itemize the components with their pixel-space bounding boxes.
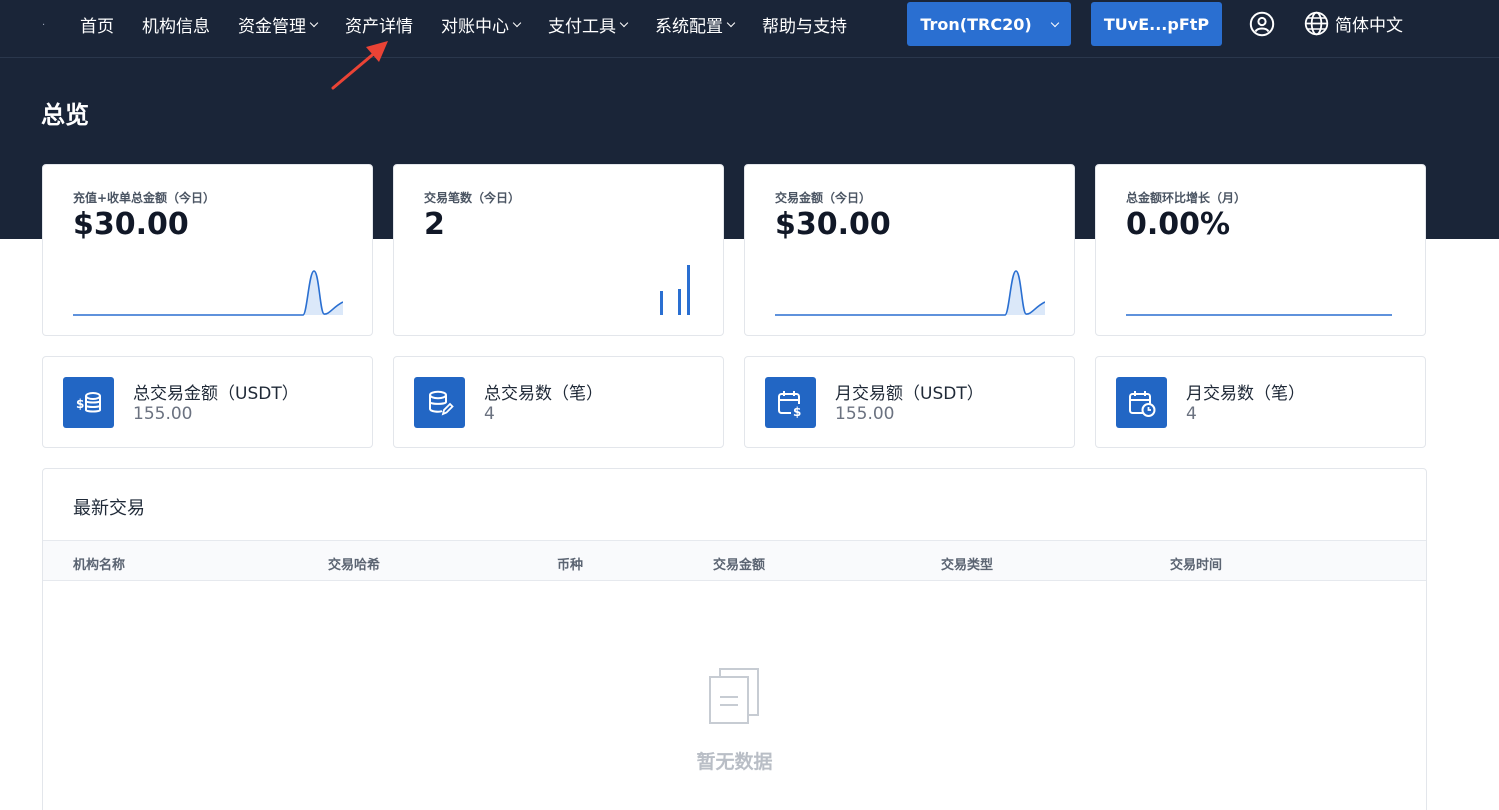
info-value: 4 bbox=[1186, 404, 1197, 424]
info-card-total-amount: $ 总交易金额（USDT） 155.00 bbox=[42, 356, 373, 448]
sparkline-flat bbox=[1126, 314, 1392, 316]
network-select-button[interactable]: Tron(TRC20) bbox=[907, 2, 1071, 46]
svg-text:$: $ bbox=[793, 405, 801, 418]
database-edit-icon bbox=[414, 377, 465, 428]
info-value: 155.00 bbox=[133, 404, 193, 424]
info-card-monthly-count: 月交易数（笔） 4 bbox=[1095, 356, 1426, 448]
column-header-amount: 交易金额 bbox=[713, 558, 766, 573]
nav-item-help-support[interactable]: 帮助与支持 bbox=[748, 0, 861, 48]
nav-item-fund-management[interactable]: 资金管理 bbox=[224, 0, 331, 48]
latest-transactions-panel: 最新交易 机构名称 交易哈希 币种 交易金额 交易类型 交易时间 暂无数据 bbox=[42, 468, 1427, 810]
chevron-down-icon bbox=[1050, 18, 1059, 27]
table-header: 机构名称 交易哈希 币种 交易金额 交易类型 交易时间 bbox=[43, 540, 1426, 581]
coins-dollar-icon: $ bbox=[63, 377, 114, 428]
stat-value: 0.00% bbox=[1126, 207, 1231, 242]
info-label: 总交易金额（USDT） bbox=[133, 384, 299, 404]
stat-value: $30.00 bbox=[775, 207, 891, 242]
stat-label: 交易笔数（今日） bbox=[424, 191, 521, 205]
user-profile-icon[interactable] bbox=[1249, 11, 1275, 37]
language-switcher[interactable]: 简体中文 bbox=[1304, 11, 1403, 36]
page-title: 总览 bbox=[41, 101, 89, 129]
column-header-tx-time: 交易时间 bbox=[1170, 558, 1223, 573]
nav-item-payment-tools[interactable]: 支付工具 bbox=[534, 0, 641, 48]
chevron-down-icon bbox=[619, 18, 629, 27]
sparkline-area bbox=[73, 270, 343, 316]
sparkline-bars bbox=[660, 265, 690, 315]
info-card-monthly-amount: $ 月交易额（USDT） 155.00 bbox=[744, 356, 1075, 448]
empty-documents-icon bbox=[709, 668, 759, 724]
svg-text:$: $ bbox=[76, 397, 84, 411]
nav-dot: · bbox=[42, 20, 46, 31]
stat-value: $30.00 bbox=[73, 207, 189, 242]
column-header-org-name: 机构名称 bbox=[73, 558, 126, 573]
top-navbar: · 首页 机构信息 资金管理 资产详情 对账中心 支付工具 系统配置 帮助与支持… bbox=[0, 0, 1499, 58]
chevron-down-icon bbox=[309, 18, 319, 27]
sparkline-area bbox=[775, 270, 1045, 316]
annotation-arrow-icon bbox=[331, 41, 388, 90]
column-header-currency: 币种 bbox=[557, 558, 584, 573]
nav-item-system-config[interactable]: 系统配置 bbox=[641, 0, 748, 48]
stat-label: 交易金额（今日） bbox=[775, 191, 872, 205]
column-header-tx-hash: 交易哈希 bbox=[328, 558, 381, 573]
info-value: 155.00 bbox=[835, 404, 895, 424]
stat-card-total-today: 充值+收单总金额（今日） $30.00 bbox=[42, 164, 373, 336]
stat-value: 2 bbox=[424, 207, 445, 242]
nav-item-reconciliation[interactable]: 对账中心 bbox=[427, 0, 534, 48]
nav-menu: 首页 机构信息 资金管理 资产详情 对账中心 支付工具 系统配置 帮助与支持 bbox=[66, 0, 861, 48]
globe-icon bbox=[1304, 11, 1329, 36]
info-label: 月交易额（USDT） bbox=[835, 384, 984, 404]
info-label: 总交易数（笔） bbox=[484, 384, 603, 404]
info-value: 4 bbox=[484, 404, 495, 424]
stat-label: 充值+收单总金额（今日） bbox=[73, 191, 216, 205]
info-label: 月交易数（笔） bbox=[1186, 384, 1305, 404]
stat-label: 总金额环比增长（月） bbox=[1126, 191, 1247, 205]
column-header-tx-type: 交易类型 bbox=[941, 558, 994, 573]
stat-card-count-today: 交易笔数（今日） 2 bbox=[393, 164, 724, 336]
nav-item-org-info[interactable]: 机构信息 bbox=[128, 0, 224, 48]
wallet-address-button[interactable]: TUvE...pFtP bbox=[1091, 2, 1222, 46]
chevron-down-icon bbox=[726, 18, 736, 27]
empty-state-text: 暂无数据 bbox=[696, 751, 773, 773]
stat-card-growth-month: 总金额环比增长（月） 0.00% bbox=[1095, 164, 1426, 336]
calendar-clock-icon bbox=[1116, 377, 1167, 428]
calendar-dollar-icon: $ bbox=[765, 377, 816, 428]
nav-item-home[interactable]: 首页 bbox=[66, 0, 128, 48]
info-card-total-count: 总交易数（笔） 4 bbox=[393, 356, 724, 448]
chevron-down-icon bbox=[512, 18, 522, 27]
stat-card-amount-today: 交易金额（今日） $30.00 bbox=[744, 164, 1075, 336]
panel-title: 最新交易 bbox=[73, 498, 145, 519]
